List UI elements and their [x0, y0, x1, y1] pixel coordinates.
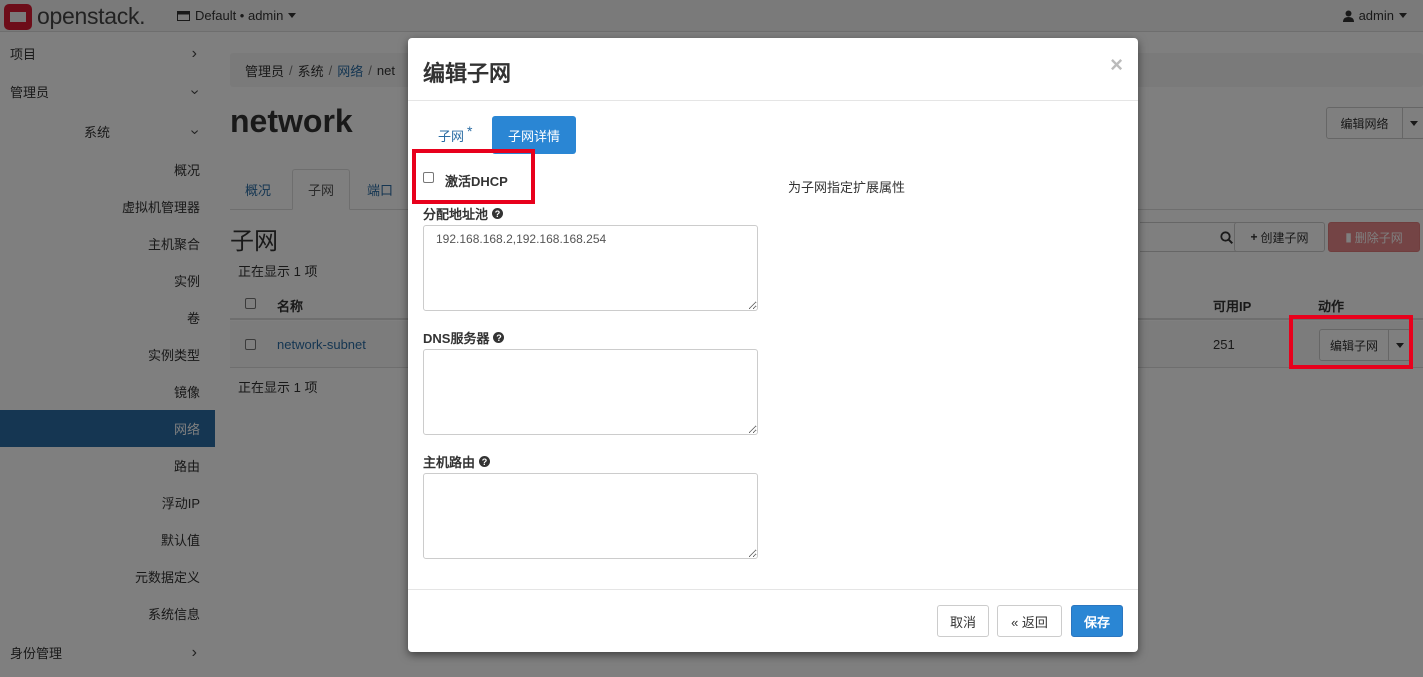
dns-servers-label: DNS服务器? — [423, 328, 505, 347]
edit-subnet-modal: 编辑子网 × 子网 * 子网详情 激活DHCP 为子网指定扩展属性 分配地址池? … — [408, 38, 1138, 652]
modal-title: 编辑子网 — [423, 61, 512, 86]
host-routes-textarea[interactable] — [423, 473, 758, 559]
allocation-pools-label: 分配地址池? — [423, 204, 504, 223]
help-text: 为子网指定扩展属性 — [788, 180, 906, 195]
save-button[interactable]: 保存 — [1071, 605, 1123, 637]
required-mark: * — [467, 123, 473, 139]
modal-header: 编辑子网 × — [408, 38, 1138, 101]
allocation-pools-label-text: 分配地址池 — [423, 207, 489, 222]
cancel-button[interactable]: 取消 — [937, 605, 989, 637]
host-routes-label-text: 主机路由 — [423, 455, 476, 470]
host-routes-label: 主机路由? — [423, 452, 491, 471]
back-button[interactable]: « 返回 — [997, 605, 1062, 637]
close-icon[interactable]: × — [1110, 52, 1123, 78]
question-icon[interactable]: ? — [492, 208, 504, 219]
allocation-pools-textarea[interactable] — [423, 225, 758, 311]
dns-servers-label-text: DNS服务器 — [423, 331, 490, 346]
highlight-box-edit-subnet — [1289, 315, 1413, 369]
highlight-box-dhcp — [412, 149, 535, 204]
tab-subnet-label: 子网 — [438, 128, 465, 144]
question-icon[interactable]: ? — [479, 456, 491, 467]
question-icon[interactable]: ? — [493, 332, 505, 343]
dns-servers-textarea[interactable] — [423, 349, 758, 435]
modal-footer: 取消 « 返回 保存 — [408, 589, 1138, 652]
